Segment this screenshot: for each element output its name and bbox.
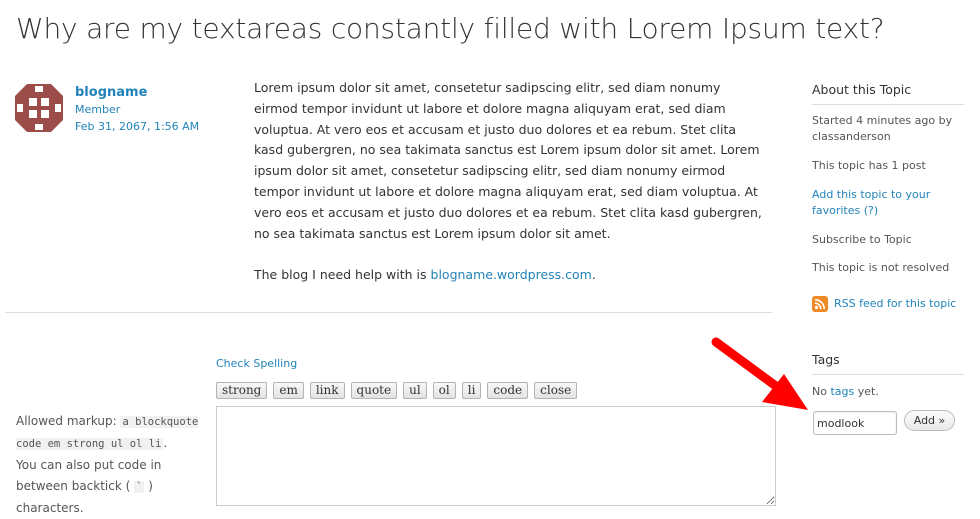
toolbar-quote-button[interactable]: quote (350, 382, 398, 399)
topic-post-count: This topic has 1 post (812, 159, 926, 172)
blog-url-link[interactable]: blogname.wordpress.com (431, 267, 592, 282)
about-topic-heading: About this Topic (812, 82, 964, 105)
no-tags-suffix: yet. (854, 385, 879, 398)
blog-line-prefix: The blog I need help with is (254, 267, 431, 283)
tags-heading: Tags (812, 352, 964, 375)
toolbar-close-button[interactable]: close (534, 382, 578, 399)
no-tags-note: No tags yet. (812, 384, 962, 400)
post-text: Lorem ipsum dolor sit amet, consetetur s… (254, 80, 762, 241)
reply-textarea[interactable] (216, 406, 776, 506)
editor-toolbar: strong em link quote ul ol li code close (216, 382, 578, 399)
blog-line-suffix: . (591, 267, 596, 283)
check-spelling-link[interactable]: Check Spelling (216, 357, 297, 370)
post-divider (5, 312, 772, 313)
topic-resolved-status: This topic is not resolved (812, 261, 950, 274)
toolbar-code-button[interactable]: code (487, 382, 529, 399)
allowed-markup-suffix: . (163, 436, 168, 450)
topic-started-info: Started 4 minutes ago by classanderson (812, 114, 953, 143)
post-date-link[interactable]: Feb 31, 2067, 1:56 AM (75, 120, 199, 133)
toolbar-li-button[interactable]: li (461, 382, 482, 399)
annotation-arrow-icon (711, 337, 808, 410)
allowed-markup-note: Allowed markup: a blockquote code em str… (16, 411, 206, 519)
subscribe-topic-link[interactable]: Subscribe to Topic (812, 232, 962, 248)
toolbar-ul-button[interactable]: ul (403, 382, 427, 399)
toolbar-strong-button[interactable]: strong (216, 382, 268, 399)
favorites-help-link[interactable]: (?) (864, 204, 878, 217)
allowed-markup-label: Allowed markup: (16, 414, 121, 428)
author-name-link[interactable]: blogname (75, 85, 147, 100)
toolbar-ol-button[interactable]: ol (432, 382, 456, 399)
post-body: Lorem ipsum dolor sit amet, consetetur s… (254, 78, 764, 286)
rss-icon[interactable] (812, 296, 828, 312)
post-blog-line: The blog I need help with is blogname.wo… (254, 265, 764, 286)
backtick-char: ` (134, 481, 145, 493)
rss-feed-link[interactable]: RSS feed for this topic (834, 296, 956, 312)
toolbar-link-button[interactable]: link (309, 382, 345, 399)
rss-feed-row[interactable]: RSS feed for this topic (812, 296, 962, 312)
favorites-line: Add this topic to your favorites (?) (812, 187, 962, 219)
avatar[interactable] (15, 84, 63, 132)
toolbar-em-button[interactable]: em (273, 382, 304, 399)
tag-input[interactable] (813, 411, 897, 435)
add-tag-button[interactable]: Add » (904, 410, 955, 431)
tags-link[interactable]: tags (830, 385, 854, 398)
author-role: Member (75, 103, 121, 116)
page-title: Why are my textareas constantly filled w… (16, 12, 885, 45)
